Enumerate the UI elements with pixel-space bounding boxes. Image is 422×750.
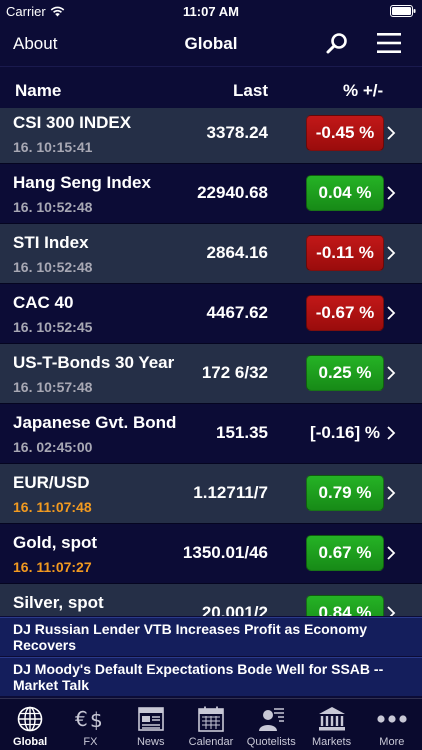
change-badge: 0.67 % <box>306 535 384 571</box>
news-ticker: DJ Russian Lender VTB Increases Profit a… <box>0 617 422 697</box>
newspaper-icon <box>137 707 164 731</box>
tab-label: Quotelists <box>246 736 296 748</box>
change-badge: 0.25 % <box>306 355 384 391</box>
quote-last: 3378.24 <box>206 123 268 142</box>
column-change-header[interactable]: % +/- <box>343 81 383 101</box>
battery-icon <box>390 5 416 17</box>
chevron-right-icon <box>387 186 396 200</box>
quote-name: Silver, spot <box>13 593 104 612</box>
quote-time: 16. 11:07:27 <box>13 559 92 575</box>
quote-time: 16. 10:57:48 <box>13 379 93 395</box>
quote-time: 16. 10:52:48 <box>13 259 93 275</box>
chevron-right-icon <box>387 426 396 440</box>
tab-markets[interactable]: Markets <box>301 699 361 750</box>
tab-more[interactable]: More <box>362 699 422 750</box>
change-badge: 0.84 % <box>306 595 384 616</box>
tab-label: Calendar <box>188 736 234 748</box>
quote-row[interactable]: Silver, spot 20.001/2 0.84 % <box>0 584 422 616</box>
quote-list[interactable]: CSI 300 INDEX 16. 10:15:41 3378.24 -0.45… <box>0 108 422 616</box>
tab-label: News <box>136 736 165 748</box>
quote-last: 22940.68 <box>197 183 268 202</box>
change-badge: 0.04 % <box>306 175 384 211</box>
change-badge: [-0.16] % <box>310 423 380 442</box>
column-name-header[interactable]: Name <box>15 81 61 101</box>
chevron-right-icon <box>387 546 396 560</box>
quotelist-icon <box>259 708 285 731</box>
chevron-right-icon <box>387 486 396 500</box>
navigation-bar: About Global <box>0 22 422 66</box>
tab-label: Global <box>13 736 48 748</box>
quote-name: Japanese Gvt. Bond <box>13 413 177 432</box>
quote-name: Gold, spot <box>13 533 98 552</box>
bank-icon <box>318 707 345 731</box>
chevron-right-icon <box>387 366 396 380</box>
quote-row[interactable]: Hang Seng Index 16. 10:52:48 22940.68 0.… <box>0 164 422 224</box>
globe-icon <box>17 706 43 732</box>
more-icon <box>377 715 407 723</box>
quote-name: Hang Seng Index <box>13 173 151 192</box>
tab-quotelists[interactable]: Quotelists <box>241 699 301 750</box>
quote-row[interactable]: Japanese Gvt. Bond 16. 02:45:00 151.35 [… <box>0 404 422 464</box>
tab-bar: Global € $ FX News Calendar Quotelists M… <box>0 698 422 750</box>
quote-last: 4467.62 <box>206 303 268 322</box>
column-last-header[interactable]: Last <box>233 81 268 101</box>
svg-text:€: € <box>75 707 88 731</box>
quote-name: STI Index <box>13 233 89 252</box>
quote-time: 16. 10:52:45 <box>13 319 93 335</box>
quote-last: 1.12711/7 <box>193 483 268 502</box>
quote-row[interactable]: CAC 40 16. 10:52:45 4467.62 -0.67 % <box>0 284 422 344</box>
menu-icon[interactable] <box>376 31 402 55</box>
column-header: Name Last % +/- <box>0 66 422 108</box>
quote-last: 1350.01/46 <box>182 543 268 562</box>
tab-global[interactable]: Global <box>0 699 60 750</box>
tab-label: More <box>379 736 405 748</box>
tab-calendar[interactable]: Calendar <box>181 699 241 750</box>
tab-news[interactable]: News <box>121 699 181 750</box>
change-badge: -0.45 % <box>306 115 384 151</box>
chevron-right-icon <box>387 126 396 140</box>
news-headline[interactable]: DJ Russian Lender VTB Increases Profit a… <box>0 617 422 656</box>
tab-label: FX <box>83 736 98 748</box>
quote-last: 172 6/32 <box>201 363 268 382</box>
quote-row[interactable]: US-T-Bonds 30 Year 16. 10:57:48 172 6/32… <box>0 344 422 404</box>
quote-row[interactable]: CSI 300 INDEX 16. 10:15:41 3378.24 -0.45… <box>0 108 422 164</box>
quote-time: 16. 10:15:41 <box>13 139 93 155</box>
quote-name: CSI 300 INDEX <box>13 113 132 132</box>
change-badge: -0.67 % <box>306 295 384 331</box>
quote-name: US-T-Bonds 30 Year <box>13 353 175 372</box>
tab-fx[interactable]: € $ FX <box>60 699 120 750</box>
currency-icon: € $ <box>75 707 103 732</box>
quote-last: 20.001/2 <box>201 603 268 616</box>
tab-label: Markets <box>311 736 352 748</box>
quote-name: EUR/USD <box>13 473 90 492</box>
status-time: 11:07 AM <box>183 4 239 19</box>
chevron-right-icon <box>387 606 396 616</box>
page-title: Global <box>184 34 238 53</box>
quote-row[interactable]: STI Index 16. 10:52:48 2864.16 -0.11 % <box>0 224 422 284</box>
quote-time: 16. 11:07:48 <box>13 499 92 515</box>
change-badge: 0.79 % <box>306 475 384 511</box>
search-icon[interactable] <box>325 31 349 55</box>
calendar-icon <box>198 706 224 732</box>
chevron-right-icon <box>387 306 396 320</box>
quote-row[interactable]: EUR/USD 16. 11:07:48 1.12711/7 0.79 % <box>0 464 422 524</box>
quote-last: 2864.16 <box>206 243 268 262</box>
status-bar: Carrier 11:07 AM <box>0 0 422 22</box>
quote-row[interactable]: Gold, spot 16. 11:07:27 1350.01/46 0.67 … <box>0 524 422 584</box>
svg-text:$: $ <box>90 708 103 732</box>
quote-last: 151.35 <box>216 423 268 442</box>
quote-time: 16. 10:52:48 <box>13 199 93 215</box>
quote-name: CAC 40 <box>13 293 74 312</box>
quote-time: 16. 02:45:00 <box>13 439 93 455</box>
news-headline[interactable]: DJ Moody's Default Expectations Bode Wel… <box>0 657 422 696</box>
change-badge: -0.11 % <box>306 235 384 271</box>
chevron-right-icon <box>387 246 396 260</box>
